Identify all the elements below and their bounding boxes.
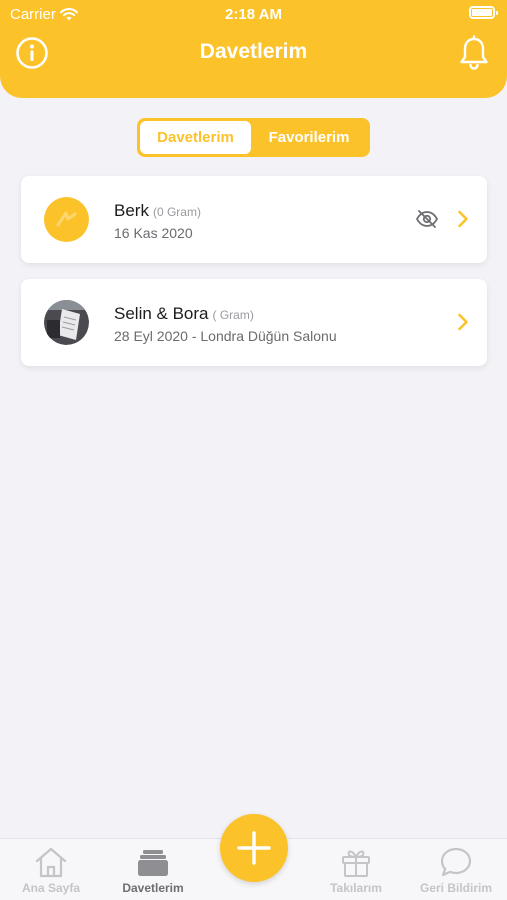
notifications-button[interactable] bbox=[457, 35, 491, 71]
page-title: Davetlerim bbox=[199, 40, 308, 63]
eye-slash-icon[interactable] bbox=[415, 209, 439, 229]
invitation-date: 28 Eyl 2020 - Londra Düğün Salonu bbox=[114, 328, 337, 344]
invitation-name: Selin & Bora bbox=[114, 304, 209, 323]
segment-favorilerim[interactable]: Favorilerim bbox=[251, 121, 367, 154]
tab-label: Takılarım bbox=[330, 881, 382, 895]
home-icon bbox=[35, 847, 67, 878]
status-bar: Carrier 2:18 AM bbox=[0, 0, 507, 28]
invitation-date: 16 Kas 2020 bbox=[114, 225, 193, 241]
invitations-icon bbox=[138, 850, 168, 876]
plus-icon bbox=[237, 831, 271, 865]
invitation-card[interactable]: Berk (0 Gram) 16 Kas 2020 bbox=[21, 176, 487, 263]
chevron-right-icon bbox=[458, 210, 468, 228]
chevron-right-icon bbox=[458, 313, 468, 331]
add-invitation-button[interactable] bbox=[220, 814, 288, 882]
segment-davetlerim[interactable]: Davetlerim bbox=[140, 121, 251, 154]
avatar bbox=[44, 197, 89, 242]
header-bar: Carrier 2:18 AM Davetlerim bbox=[0, 0, 507, 98]
invitation-gram: ( Gram) bbox=[212, 308, 254, 322]
segmented-control: Davetlerim Favorilerim bbox=[137, 118, 370, 157]
gift-icon bbox=[342, 850, 370, 877]
tab-takilarim[interactable]: Takılarım bbox=[305, 839, 407, 900]
invitation-name: Berk bbox=[114, 201, 149, 220]
invitation-gram: (0 Gram) bbox=[152, 205, 201, 219]
battery-icon bbox=[469, 6, 498, 19]
invitation-card[interactable]: Selin & Bora( Gram) 28 Eyl 2020 - Londra… bbox=[21, 279, 487, 366]
bell-icon bbox=[460, 35, 488, 70]
tab-label: Davetlerim bbox=[122, 881, 184, 895]
tab-label: Geri Bildirim bbox=[419, 881, 493, 895]
tab-geri-bildirim[interactable]: Geri Bildirim bbox=[405, 839, 507, 900]
avatar bbox=[44, 300, 89, 345]
status-time: 2:18 AM bbox=[225, 6, 282, 23]
chat-bubble-icon bbox=[440, 847, 472, 877]
tab-ana-sayfa[interactable]: Ana Sayfa bbox=[0, 839, 102, 900]
tab-davetlerim[interactable]: Davetlerim bbox=[102, 839, 204, 900]
tab-label: Ana Sayfa bbox=[21, 881, 81, 895]
invitation-title: Selin & Bora( Gram) bbox=[114, 304, 254, 324]
invitation-title: Berk (0 Gram) bbox=[114, 201, 201, 221]
